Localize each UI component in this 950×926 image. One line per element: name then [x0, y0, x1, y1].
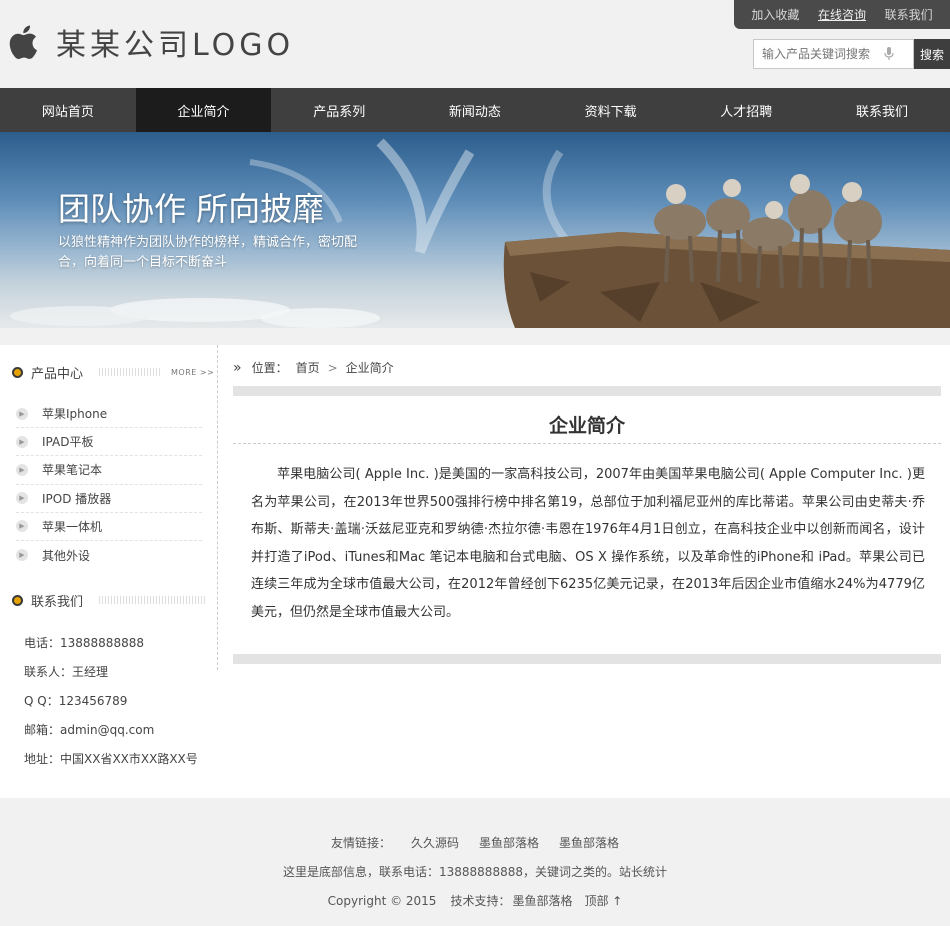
footer-info: 这里是底部信息，联系电话：13888888888，关键词之类的。站长统计 — [283, 865, 667, 879]
divider-bar — [233, 386, 941, 396]
article-body: 苹果电脑公司( Apple Inc. )是美国的一家高科技公司，2007年由美国… — [251, 467, 925, 620]
product-label: IPAD平板 — [42, 435, 94, 450]
apple-logo-icon — [9, 25, 37, 60]
breadcrumb-prefix: 位置： — [251, 361, 288, 375]
double-chevron-icon: » — [233, 359, 242, 376]
arrow-bullet-icon: ▶ — [16, 463, 28, 476]
product-label: 苹果Iphone — [42, 407, 108, 422]
contact-email: 邮箱：admin@qq.com — [24, 723, 155, 737]
contact-list: 电话：13888888888 联系人：王经理 Q Q：123456789 邮箱：… — [24, 628, 198, 773]
arrow-bullet-icon: ▶ — [16, 520, 28, 533]
arrow-bullet-icon: ▶ — [16, 492, 28, 505]
main-nav: 网站首页 企业简介 产品系列 新闻动态 资料下载 人才招聘 联系我们 — [0, 88, 950, 132]
product-item[interactable]: ▶ 苹果一体机 — [16, 513, 202, 541]
microphone-icon[interactable] — [880, 45, 898, 63]
footer-info-row: 这里是底部信息，联系电话：13888888888，关键词之类的。站长统计 — [0, 863, 950, 880]
nav-about[interactable]: 企业简介 — [135, 88, 272, 132]
back-to-top-link[interactable]: 顶部 ↑ — [584, 892, 622, 909]
logo[interactable]: 某某公司LOGO — [8, 20, 294, 64]
search-box — [753, 39, 914, 69]
contact-qq: Q Q：123456789 — [24, 694, 128, 708]
top-link-favorite[interactable]: 加入收藏 — [751, 6, 799, 23]
contact-header: 联系我们 — [12, 590, 206, 610]
banner-scene — [10, 138, 950, 328]
banner-title: 团队协作 所向披靡 — [58, 190, 325, 228]
search-input[interactable] — [754, 41, 880, 67]
top-links: 加入收藏 在线咨询 联系我们 — [734, 0, 950, 29]
divider-bar — [233, 654, 941, 664]
product-item[interactable]: ▶ 其他外设 — [16, 541, 202, 569]
product-label: 苹果一体机 — [42, 519, 103, 534]
main-content: » 位置： 首页 > 企业简介 企业简介 苹果电脑公司( Apple Inc. … — [233, 345, 941, 798]
contact-phone: 电话：13888888888 — [24, 636, 144, 650]
products-title: 产品中心 — [31, 366, 84, 382]
friend-link[interactable]: 墨鱼部落格 — [479, 834, 539, 851]
friend-link[interactable]: 久久源码 — [411, 834, 459, 851]
arrow-bullet-icon: ▶ — [16, 435, 28, 448]
friend-links: 友情链接： 久久源码 墨鱼部落格 墨鱼部落格 — [0, 834, 950, 851]
tech-support-link[interactable]: 墨鱼部落格 — [512, 892, 572, 909]
banner-subtitle: 以狼性精神作为团队协作的榜样，精诚合作，密切配合，向着同一个目标不断奋斗 — [58, 235, 358, 270]
breadcrumb-current: 企业简介 — [345, 361, 394, 375]
product-item[interactable]: ▶ IPOD 播放器 — [16, 485, 202, 513]
breadcrumb-home[interactable]: 首页 — [296, 359, 320, 376]
arrow-bullet-icon: ▶ — [16, 549, 28, 562]
product-item[interactable]: ▶ 苹果Iphone — [16, 400, 202, 429]
nav-jobs[interactable]: 人才招聘 — [678, 88, 814, 132]
contact-person: 联系人：王经理 — [24, 665, 109, 679]
contact-address: 地址：中国XX省XX市XX路XX号 — [24, 752, 198, 766]
top-link-consult[interactable]: 在线咨询 — [818, 6, 866, 23]
products-header: 产品中心 MORE >> — [12, 362, 214, 382]
copyright: Copyright © 2015 — [327, 893, 437, 908]
nav-contact[interactable]: 联系我们 — [814, 88, 950, 132]
header: 某某公司LOGO 加入收藏 在线咨询 联系我们 搜索 — [0, 0, 950, 88]
logo-text: 某某公司LOGO — [56, 28, 295, 63]
nav-news[interactable]: 新闻动态 — [407, 88, 543, 132]
arrow-bullet-icon: ▶ — [16, 407, 28, 420]
nav-home[interactable]: 网站首页 — [0, 88, 136, 132]
friend-links-label: 友情链接： — [330, 836, 391, 850]
contact-title: 联系我们 — [31, 594, 84, 610]
product-label: 苹果笔记本 — [42, 463, 103, 478]
product-label: IPOD 播放器 — [42, 491, 112, 506]
product-item[interactable]: ▶ 苹果笔记本 — [16, 456, 202, 485]
copyright-row: Copyright © 2015 技术支持： 墨鱼部落格 顶部 ↑ — [0, 892, 950, 909]
divider — [99, 596, 206, 604]
product-label: 其他外设 — [42, 548, 91, 563]
friend-link[interactable]: 墨鱼部落格 — [559, 834, 619, 851]
nav-downloads[interactable]: 资料下载 — [543, 88, 679, 132]
content-area: 产品中心 MORE >> ▶ 苹果Iphone ▶ IPAD平板 ▶ 苹果笔记本… — [0, 345, 950, 798]
breadcrumb-separator: > — [327, 360, 338, 375]
product-item[interactable]: ▶ IPAD平板 — [16, 428, 202, 457]
footer: 友情链接： 久久源码 墨鱼部落格 墨鱼部落格 这里是底部信息，联系电话：1388… — [0, 816, 950, 926]
product-list: ▶ 苹果Iphone ▶ IPAD平板 ▶ 苹果笔记本 ▶ IPOD 播放器 ▶… — [16, 400, 202, 569]
bullet-icon — [12, 594, 23, 606]
page-title: 企业简介 — [548, 415, 625, 437]
more-link[interactable]: MORE >> — [171, 368, 214, 377]
bullet-icon — [12, 366, 23, 378]
title-divider — [233, 443, 941, 444]
top-link-contact[interactable]: 联系我们 — [885, 6, 933, 23]
hero-banner: 团队协作 所向披靡 以狼性精神作为团队协作的榜样，精诚合作，密切配合，向着同一个… — [0, 132, 950, 328]
search-button[interactable]: 搜索 — [914, 39, 950, 69]
breadcrumb: » 位置： 首页 > 企业简介 — [233, 359, 402, 376]
sidebar: 产品中心 MORE >> ▶ 苹果Iphone ▶ IPAD平板 ▶ 苹果笔记本… — [0, 345, 218, 766]
divider — [99, 368, 162, 376]
tech-support-label: 技术支持： — [450, 894, 511, 908]
nav-products[interactable]: 产品系列 — [271, 88, 407, 132]
